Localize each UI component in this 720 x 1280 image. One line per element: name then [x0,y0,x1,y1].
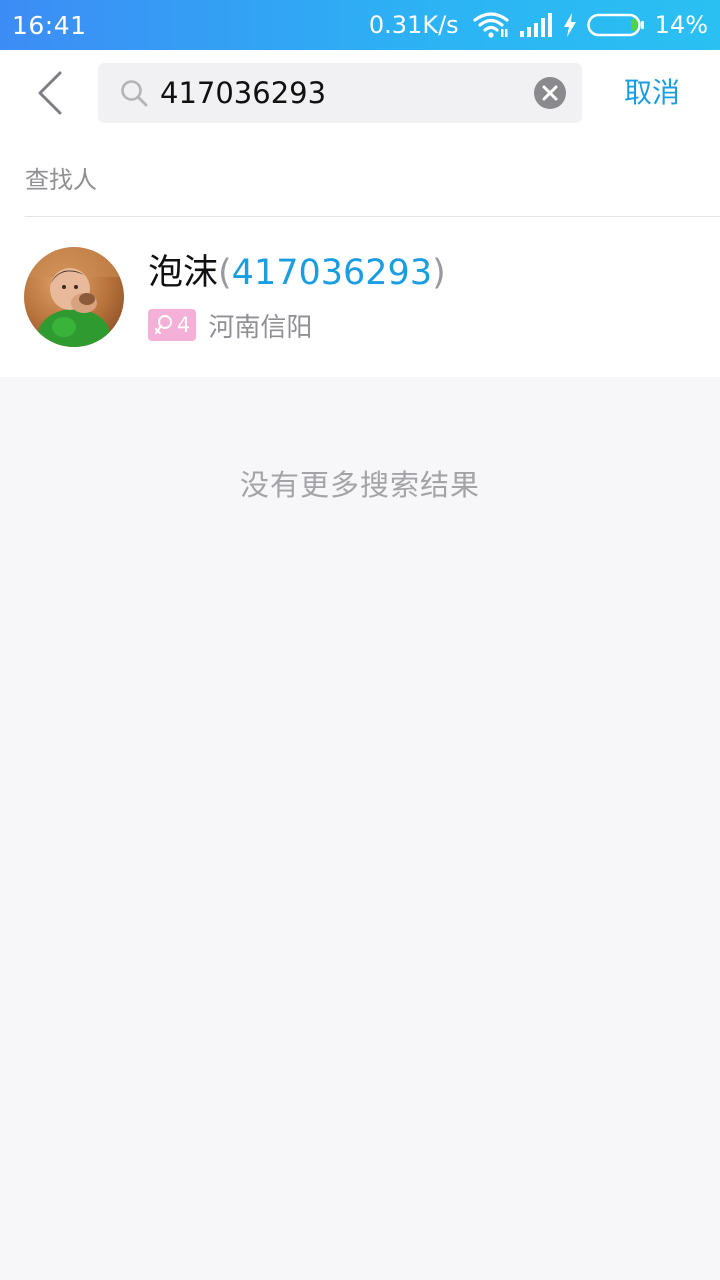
status-time: 16:41 [12,10,87,40]
search-box[interactable]: 417036293 [98,63,582,123]
no-more-results-text: 没有更多搜索结果 [239,468,480,502]
clear-search-button[interactable] [534,77,566,109]
charging-icon [563,13,577,37]
result-name: 泡沫 [148,253,219,293]
result-title: 泡沫(417036293) [148,251,446,295]
age-value: 4 [177,313,191,337]
result-account-id: 417036293 [231,253,433,293]
paren-open: ( [218,253,232,293]
paren-close: ) [432,253,446,293]
status-bar: 16:41 0.31K/s 14% [0,0,720,50]
cancel-button[interactable]: 取消 [624,70,680,116]
search-header: 417036293 取消 [0,50,720,140]
chevron-left-icon [38,71,62,115]
section-label-find-people: 查找人 [25,166,97,194]
signal-icon [519,13,553,37]
status-right-group: 0.31K/s 14% [369,11,708,39]
search-icon [120,79,148,111]
gender-age-badge: 4 [148,309,197,341]
battery-icon [586,13,645,37]
avatar[interactable] [24,247,124,347]
search-input[interactable]: 417036293 [160,63,326,123]
close-icon [542,85,558,101]
result-row[interactable]: 泡沫(417036293) 4 河南信阳 [0,217,720,377]
location-text: 河南信阳 [208,312,313,343]
wifi-icon [473,11,509,39]
result-meta: 4 河南信阳 [148,309,313,343]
battery-percent: 14% [654,11,708,39]
section-header: 查找人 [0,140,720,217]
network-speed: 0.31K/s [368,11,459,39]
back-button[interactable] [28,68,72,118]
female-icon [155,315,172,334]
